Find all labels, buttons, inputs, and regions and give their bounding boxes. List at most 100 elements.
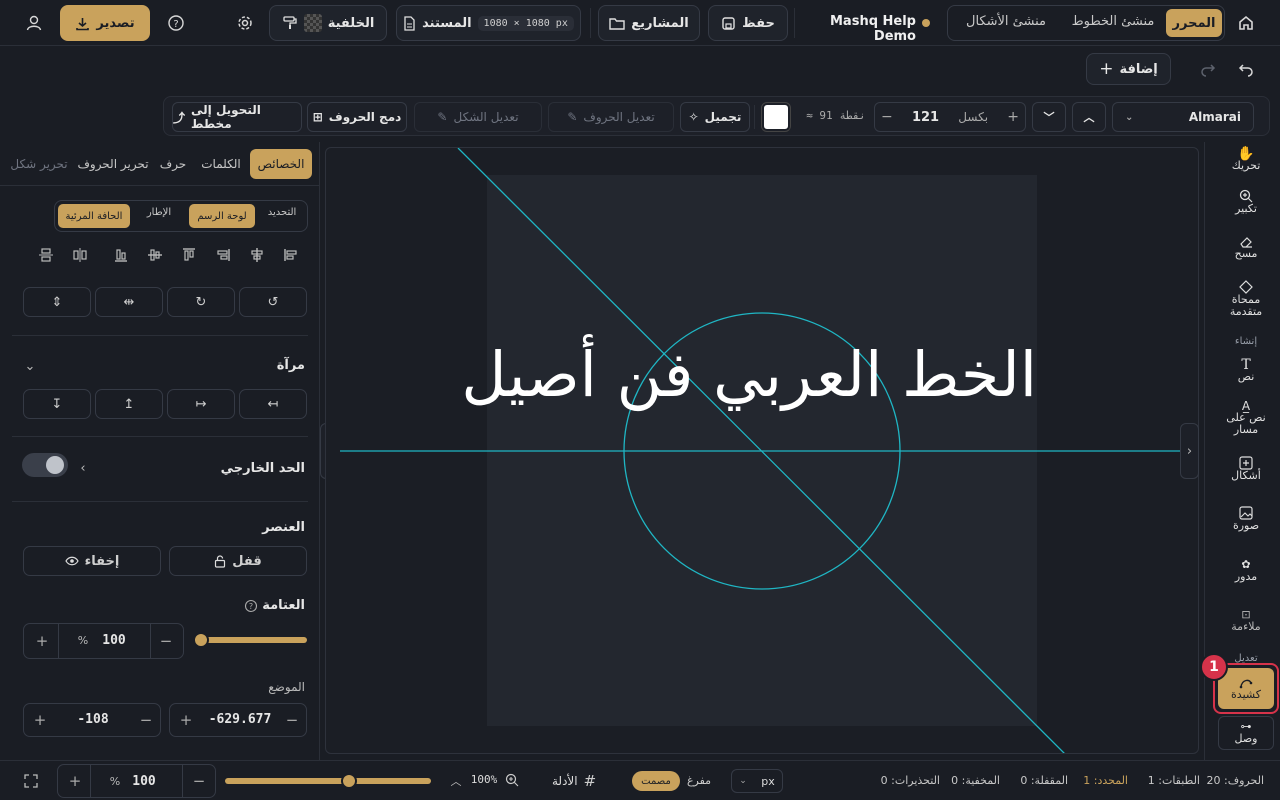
tool-kashida[interactable]: كشيدة (1218, 668, 1274, 709)
plus-icon[interactable]: + (174, 711, 198, 729)
size-increase-button[interactable]: ︿ (1072, 102, 1106, 132)
pos-x-value[interactable]: -629.677 (202, 712, 278, 727)
zoom-in-icon[interactable] (504, 772, 520, 788)
tool-move[interactable]: ✋ تحريك (1216, 144, 1276, 176)
tool-zoom[interactable]: تكبير (1216, 186, 1276, 218)
zoom-slider-knob[interactable] (341, 773, 357, 789)
lock-button[interactable]: قفل (169, 546, 307, 576)
beautify-label: تجميل (704, 110, 742, 124)
tool-shapes[interactable]: أشكال (1216, 452, 1276, 486)
chevron-down-icon[interactable]: ⌄ (22, 358, 38, 374)
minus-icon[interactable]: − (134, 711, 158, 729)
color-swatch[interactable] (761, 102, 791, 132)
align-center-v-icon[interactable] (146, 246, 164, 264)
mirror-up-button[interactable]: ↥ (95, 389, 163, 419)
align-artboard[interactable]: لوحة الرسم (189, 204, 255, 228)
add-button[interactable]: + إضافة (1086, 53, 1171, 85)
tab-words[interactable]: الكلمات (196, 149, 246, 179)
rotate-ccw-button[interactable]: ↺ (239, 287, 307, 317)
flattened-toggle[interactable]: مصمت (632, 771, 680, 791)
tool-text-on-path[interactable]: A̲ نص على مسار (1216, 398, 1276, 438)
stroke-toggle[interactable] (22, 453, 68, 477)
mode-font-maker[interactable]: منشئ الخطوط (1063, 14, 1163, 29)
redo-icon[interactable] (1196, 58, 1220, 80)
opacity-value[interactable]: 100 (94, 633, 134, 648)
save-button[interactable]: حفظ (708, 5, 788, 41)
align-visible-edge[interactable]: الحافة المرئية (58, 204, 130, 228)
mirror-down-button[interactable]: ↧ (23, 389, 91, 419)
align-bottom-icon[interactable] (112, 246, 130, 264)
edit-letters-button[interactable]: ✎ تعديل الحروف (548, 102, 674, 132)
distribute-h-icon[interactable] (71, 246, 89, 264)
home-icon[interactable] (1234, 11, 1258, 35)
tool-image[interactable]: صورة (1216, 502, 1276, 536)
tab-properties[interactable]: الخصائص (250, 149, 312, 179)
hollow-toggle[interactable]: مفرغ (684, 774, 714, 787)
plus-icon[interactable]: + (28, 711, 52, 729)
size-value[interactable]: 121 (912, 110, 939, 125)
export-button[interactable]: تصدير (60, 5, 150, 41)
minus-icon[interactable]: − (280, 711, 304, 729)
opacity-slider[interactable] (193, 632, 307, 648)
tool-text[interactable]: T نص (1216, 356, 1276, 386)
minus-icon[interactable]: − (881, 109, 893, 125)
distribute-v-icon[interactable] (37, 246, 55, 264)
mirror-right-button[interactable]: ↦ (167, 389, 235, 419)
merge-letters-button[interactable]: ⊞ دمج الحروف (307, 102, 407, 132)
size-stepper[interactable]: − 121 بكسل + (874, 102, 1026, 132)
align-frame[interactable]: الإطار (135, 207, 183, 218)
flip-horizontal-button[interactable]: ⇹ (95, 287, 163, 317)
zoom-slider[interactable] (225, 773, 431, 789)
chevron-left-icon[interactable]: ‹ (76, 460, 90, 476)
align-center-h-icon[interactable] (248, 246, 266, 264)
tool-fit[interactable]: ⊡ ملاءمة (1216, 604, 1276, 638)
plus-icon[interactable]: + (28, 632, 56, 650)
canvas[interactable]: الخط العربي فن أصيل (325, 147, 1199, 754)
align-selection[interactable]: التحديد (259, 207, 305, 218)
canvas-text[interactable]: الخط العربي فن أصيل (461, 338, 1037, 411)
unit-select[interactable]: ⌄ px (731, 769, 783, 793)
size-decrease-button[interactable]: ﹀ (1032, 102, 1066, 132)
document-button[interactable]: المستند 1080 × 1080 px (396, 5, 581, 41)
font-select[interactable]: ⌄ Almarai (1112, 102, 1254, 132)
help-icon[interactable]: ? (243, 598, 259, 614)
undo-icon[interactable] (1234, 58, 1258, 80)
mode-editor[interactable]: المحرر (1166, 9, 1222, 37)
plus-icon[interactable]: + (62, 772, 88, 790)
plus-icon[interactable]: + (1007, 109, 1019, 125)
edit-shape-button[interactable]: ✎ تعديل الشكل (414, 102, 542, 132)
convert-outline-button[interactable]: ⤴ التحويل إلى مخطط (172, 102, 302, 132)
align-left-icon[interactable] (214, 246, 232, 264)
flip-vertical-button[interactable]: ⇕ (23, 287, 91, 317)
tool-erase[interactable]: مسح (1216, 232, 1276, 264)
background-button[interactable]: الخلفية (269, 5, 387, 41)
mode-shape-maker[interactable]: منشئ الأشكال (956, 14, 1056, 29)
pos-y-value[interactable]: -108 (60, 712, 126, 727)
pos-y-stepper[interactable]: − -108 + (23, 703, 161, 737)
zoom-value[interactable]: 100 (124, 774, 164, 789)
opacity-stepper[interactable]: − 100 % + (23, 623, 184, 659)
zoom-stepper[interactable]: + % 100 − (57, 764, 216, 798)
collapse-right-panel-handle[interactable]: › (1180, 423, 1199, 479)
tab-edit-letters[interactable]: تحرير الحروف (76, 149, 150, 179)
minus-icon[interactable]: − (186, 772, 212, 790)
mirror-left-button[interactable]: ↤ (239, 389, 307, 419)
beautify-button[interactable]: ✧ تجميل (680, 102, 750, 132)
pos-x-stepper[interactable]: − -629.677 + (169, 703, 307, 737)
help-icon[interactable]: ? (164, 11, 188, 35)
align-top-icon[interactable] (180, 246, 198, 264)
rotate-cw-button[interactable]: ↻ (167, 287, 235, 317)
tab-letter[interactable]: حرف (156, 149, 190, 179)
user-icon[interactable] (22, 11, 46, 35)
fullscreen-icon[interactable] (22, 772, 40, 790)
minus-icon[interactable]: − (152, 632, 180, 650)
tool-advanced-eraser[interactable]: ممحاة متقدمة (1216, 276, 1276, 322)
gear-icon[interactable] (233, 11, 257, 35)
tool-connect[interactable]: ⊶ وصل (1218, 716, 1274, 750)
guides-toggle[interactable]: الأدلة # (552, 772, 610, 790)
align-right-icon[interactable] (282, 246, 300, 264)
chevron-up-icon[interactable]: ︿ (449, 773, 463, 789)
hide-button[interactable]: إخفاء (23, 546, 161, 576)
projects-button[interactable]: المشاريع (598, 5, 700, 41)
tool-round[interactable]: ✿ مدور (1216, 554, 1276, 588)
